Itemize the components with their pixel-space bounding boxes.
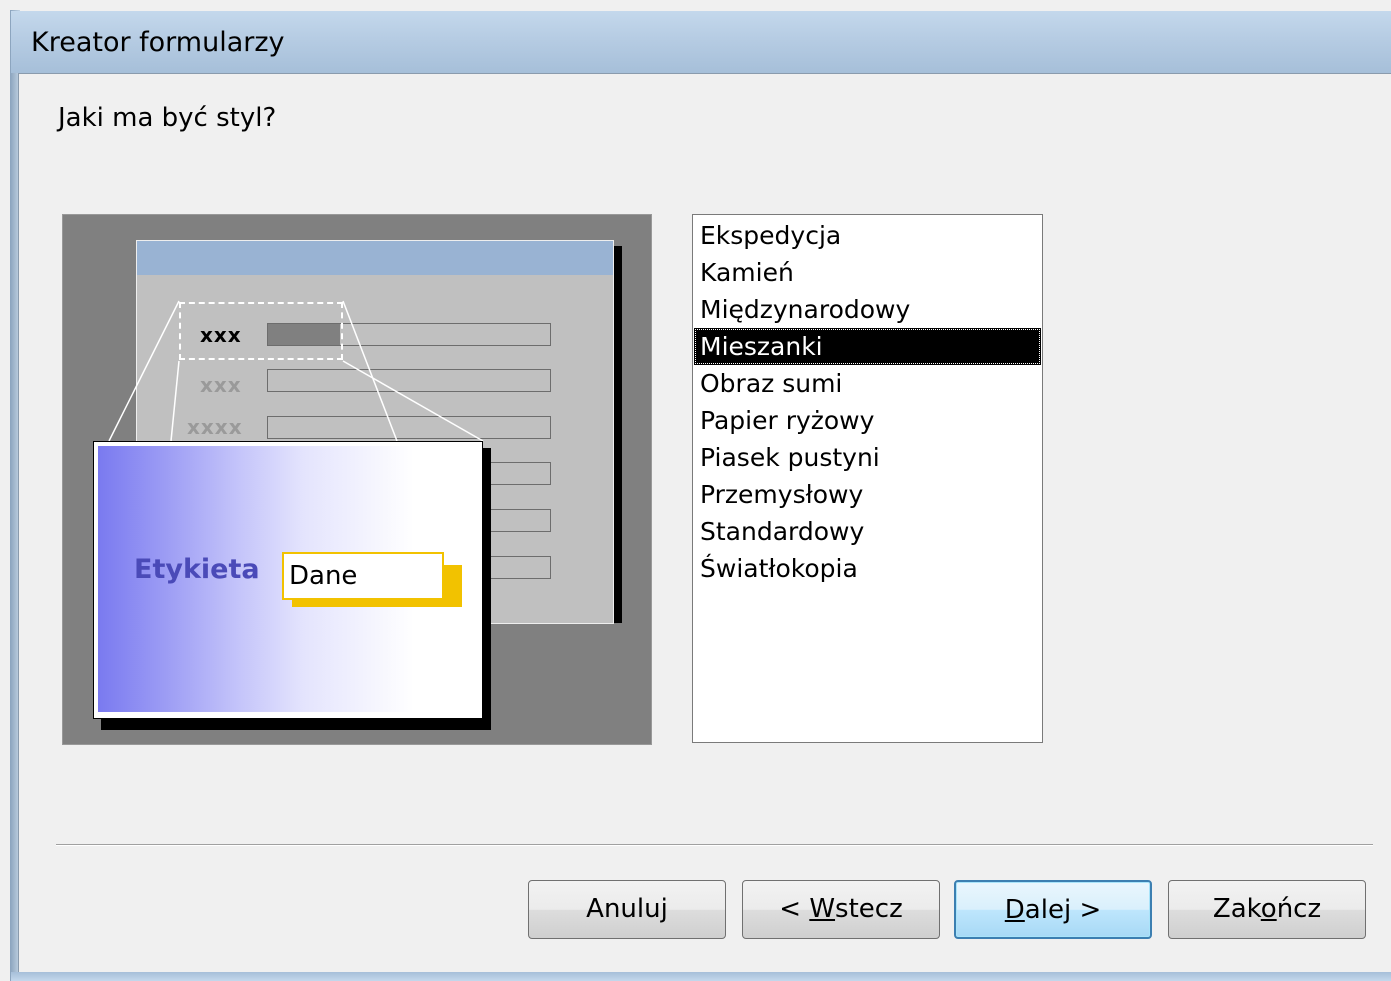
style-question: Jaki ma być styl? (58, 103, 277, 133)
style-item[interactable]: Światłokopia (694, 550, 1041, 587)
sample-data-field: Dane (282, 552, 444, 600)
finish-button[interactable]: Zakończ (1168, 880, 1366, 939)
finish-button-pre: Zak (1212, 894, 1261, 924)
cancel-button[interactable]: Anuluj (528, 880, 726, 939)
back-button-prefix: < (779, 894, 810, 924)
style-item[interactable]: Ekspedycja (694, 217, 1041, 254)
finish-button-mnemonic: o (1260, 894, 1277, 924)
style-item[interactable]: Przemysłowy (694, 476, 1041, 513)
cancel-button-label: Anuluj (586, 894, 668, 924)
next-button-mnemonic: D (1004, 895, 1025, 925)
back-button[interactable]: < Wstecz (742, 880, 940, 939)
finish-button-rest: ńcz (1276, 894, 1322, 924)
next-button-rest: alej > (1024, 895, 1102, 925)
style-item[interactable]: Obraz sumi (694, 365, 1041, 402)
style-preview: xxx xxx xxxx Etykieta Dane (62, 214, 652, 745)
title-bar[interactable]: Kreator formularzy (11, 11, 1391, 73)
style-item[interactable]: Międzynarodowy (694, 291, 1041, 328)
style-listbox[interactable]: Ekspedycja Kamień Międzynarodowy Mieszan… (692, 214, 1043, 743)
window-bottom-border (11, 972, 1391, 981)
style-item[interactable]: Kamień (694, 254, 1041, 291)
style-item[interactable]: Papier ryżowy (694, 402, 1041, 439)
sample-data-text: Dane (289, 561, 358, 591)
style-item[interactable]: Piasek pustyni (694, 439, 1041, 476)
sample-label: Etykieta (134, 554, 260, 585)
window-title: Kreator formularzy (31, 27, 285, 58)
next-button[interactable]: Dalej > (954, 880, 1152, 939)
button-separator (56, 844, 1373, 846)
back-button-mnemonic: W (809, 894, 836, 924)
preview-card: Etykieta Dane (93, 441, 483, 719)
back-button-rest: stecz (835, 894, 903, 924)
style-item-selected[interactable]: Mieszanki (694, 328, 1041, 365)
style-item[interactable]: Standardowy (694, 513, 1041, 550)
